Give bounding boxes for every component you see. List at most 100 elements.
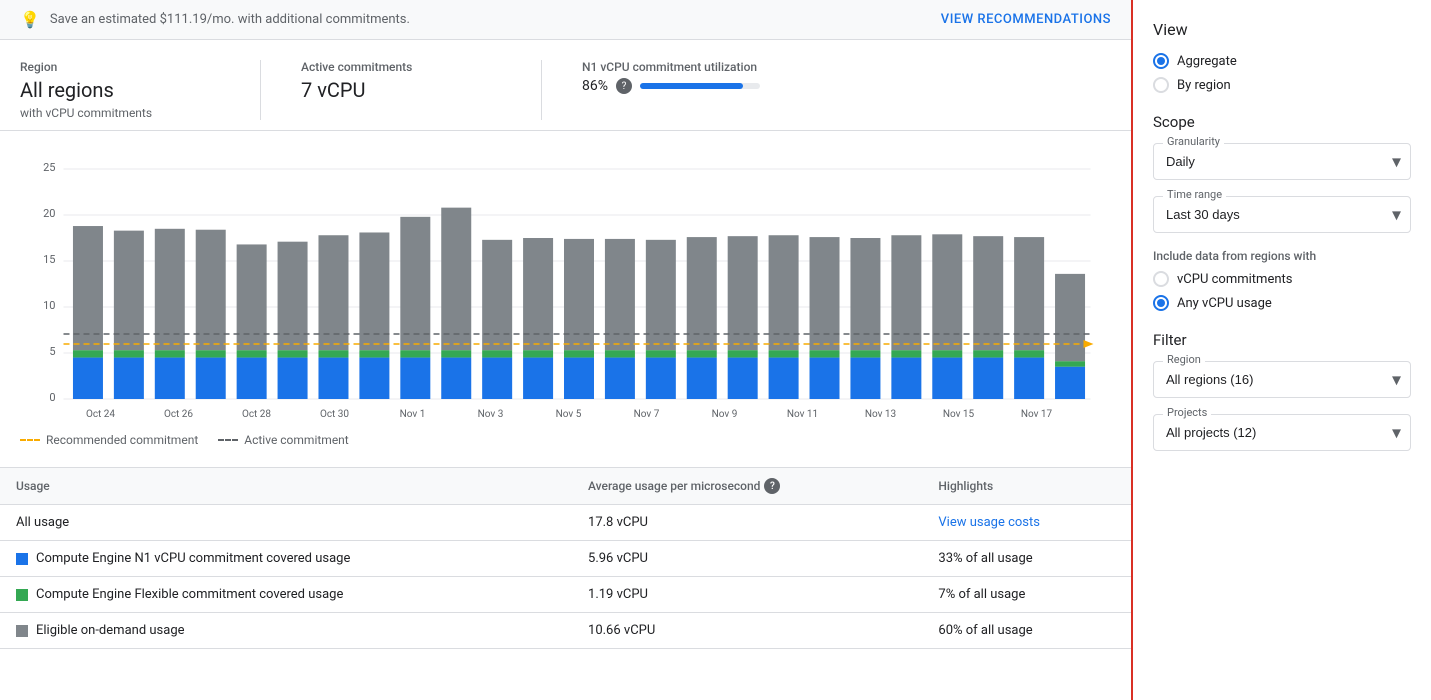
view-option-by-region[interactable]: By region <box>1153 77 1411 93</box>
lightbulb-icon: 💡 <box>20 10 40 29</box>
granularity-select[interactable]: Daily Weekly Monthly <box>1153 143 1411 180</box>
chart-legend: Recommended commitment Active commitment <box>0 425 1131 457</box>
svg-text:20: 20 <box>43 207 55 220</box>
utilization-value: 86% <box>582 78 608 94</box>
region-filter-select[interactable]: All regions (16) <box>1153 361 1411 398</box>
time-range-label: Time range <box>1163 188 1226 201</box>
svg-text:25: 25 <box>43 161 55 174</box>
view-radio-aggregate-circle <box>1153 53 1169 69</box>
region-label: Region <box>20 60 220 74</box>
legend-active-dash <box>218 439 238 441</box>
savings-banner: 💡 Save an estimated $111.19/mo. with add… <box>0 0 1131 40</box>
view-radio-group: Aggregate By region <box>1153 53 1411 93</box>
utilization-bar-bg <box>640 83 760 89</box>
active-commitments-value: 7 vCPU <box>301 78 501 102</box>
include-any-vcpu-label: Any vCPU usage <box>1177 296 1272 311</box>
include-radio-any-inner <box>1157 299 1165 307</box>
table-row: Eligible on-demand usage 10.66 vCPU60% of… <box>0 613 1131 649</box>
stats-row: Region All regions with vCPU commitments… <box>0 40 1131 131</box>
region-sub: with vCPU commitments <box>20 106 220 120</box>
view-option-aggregate-label: Aggregate <box>1177 54 1237 69</box>
include-option-any-vcpu[interactable]: Any vCPU usage <box>1153 295 1411 311</box>
svg-text:Nov 15: Nov 15 <box>943 409 975 420</box>
avg-value: 10.66 vCPU <box>572 613 922 649</box>
usage-label-cell: Compute Engine Flexible commitment cover… <box>0 577 572 613</box>
svg-text:Oct 24: Oct 24 <box>86 409 115 420</box>
avg-value: 5.96 vCPU <box>572 541 922 577</box>
col-avg: Average usage per microsecond ? <box>572 468 922 505</box>
green-dot <box>16 589 28 601</box>
usage-row-label: Eligible on-demand usage <box>36 623 185 638</box>
usage-label-cell: Eligible on-demand usage <box>0 613 572 649</box>
projects-filter-label: Projects <box>1163 406 1211 419</box>
view-recommendations-link[interactable]: VIEW RECOMMENDATIONS <box>941 12 1111 27</box>
usage-table-body: All usage 17.8 vCPU View usage costs Comput… <box>0 505 1131 649</box>
usage-row-label: All usage <box>16 515 69 530</box>
view-option-by-region-label: By region <box>1177 78 1231 93</box>
highlight-cell: 33% of all usage <box>922 541 1131 577</box>
blue-dot <box>16 553 28 565</box>
svg-text:Nov 5: Nov 5 <box>556 409 582 420</box>
projects-filter-wrap: Projects All projects (12) ▾ <box>1153 414 1411 451</box>
time-range-select[interactable]: Last 7 days Last 30 days Last 90 days <box>1153 196 1411 233</box>
svg-text:Nov 17: Nov 17 <box>1021 409 1053 420</box>
svg-text:Nov 3: Nov 3 <box>478 409 504 420</box>
svg-text:Nov 1: Nov 1 <box>400 409 426 420</box>
utilization-stat: N1 vCPU commitment utilization 86% ? <box>582 60 782 120</box>
highlight-cell[interactable]: View usage costs <box>922 505 1131 541</box>
svg-text:Nov 13: Nov 13 <box>865 409 896 420</box>
svg-text:Nov 7: Nov 7 <box>634 409 660 420</box>
utilization-help-icon[interactable]: ? <box>616 78 632 94</box>
usage-row-label: Compute Engine Flexible commitment cover… <box>36 587 343 602</box>
svg-text:Nov 9: Nov 9 <box>712 409 738 420</box>
table-row: Compute Engine N1 vCPU commitment covere… <box>0 541 1131 577</box>
svg-text:0: 0 <box>49 391 55 404</box>
col-usage: Usage <box>0 468 572 505</box>
col-highlights: Highlights <box>922 468 1131 505</box>
view-radio-aggregate-inner <box>1157 57 1165 65</box>
utilization-bar-wrap: 86% ? <box>582 78 782 94</box>
banner-text: Save an estimated $111.19/mo. with addit… <box>50 12 410 27</box>
include-option-vcpu-commitments[interactable]: vCPU commitments <box>1153 271 1411 287</box>
projects-filter-select[interactable]: All projects (12) <box>1153 414 1411 451</box>
view-usage-costs-link[interactable]: View usage costs <box>938 515 1040 530</box>
include-radio-vcpu-circle <box>1153 271 1169 287</box>
region-value: All regions <box>20 78 220 102</box>
usage-chart: 0 5 10 15 20 25 Oct 24 Oct <box>20 141 1111 421</box>
scope-title: Scope <box>1153 113 1411 131</box>
svg-text:Nov 11: Nov 11 <box>787 409 818 420</box>
utilization-label: N1 vCPU commitment utilization <box>582 60 782 74</box>
usage-label-cell: All usage <box>0 505 572 541</box>
granularity-select-wrap: Granularity Daily Weekly Monthly ▾ <box>1153 143 1411 180</box>
legend-active-label: Active commitment <box>244 433 348 447</box>
view-radio-byregion-circle <box>1153 77 1169 93</box>
active-commitments-stat: Active commitments 7 vCPU <box>301 60 501 120</box>
svg-text:Oct 30: Oct 30 <box>320 409 349 420</box>
legend-recommended-dash <box>20 439 40 441</box>
chart-area: 0 5 10 15 20 25 Oct 24 Oct <box>0 131 1131 425</box>
region-stat: Region All regions with vCPU commitments <box>20 60 220 120</box>
gray-dot <box>16 625 28 637</box>
include-label: Include data from regions with <box>1153 249 1411 263</box>
svg-text:15: 15 <box>43 253 55 266</box>
time-range-select-wrap: Time range Last 7 days Last 30 days Last… <box>1153 196 1411 233</box>
table-row: All usage 17.8 vCPU View usage costs <box>0 505 1131 541</box>
banner-message: 💡 Save an estimated $111.19/mo. with add… <box>20 10 410 29</box>
region-filter-label: Region <box>1163 353 1205 366</box>
highlight-cell: 7% of all usage <box>922 577 1131 613</box>
svg-text:5: 5 <box>49 345 55 358</box>
sidebar-panel: View Aggregate By region Scope Granulari… <box>1131 0 1431 700</box>
active-commitments-label: Active commitments <box>301 60 501 74</box>
legend-recommended-label: Recommended commitment <box>46 433 198 447</box>
filter-title: Filter <box>1153 331 1411 349</box>
svg-text:10: 10 <box>43 299 55 312</box>
highlight-cell: 60% of all usage <box>922 613 1131 649</box>
avg-help-icon[interactable]: ? <box>764 478 780 494</box>
view-option-aggregate[interactable]: Aggregate <box>1153 53 1411 69</box>
usage-label-cell: Compute Engine N1 vCPU commitment covere… <box>0 541 572 577</box>
avg-value: 17.8 vCPU <box>572 505 922 541</box>
usage-row-label: Compute Engine N1 vCPU commitment covere… <box>36 551 350 566</box>
usage-table: Usage Average usage per microsecond ? Hi… <box>0 467 1131 649</box>
legend-active: Active commitment <box>218 433 348 447</box>
view-title: View <box>1153 20 1411 39</box>
